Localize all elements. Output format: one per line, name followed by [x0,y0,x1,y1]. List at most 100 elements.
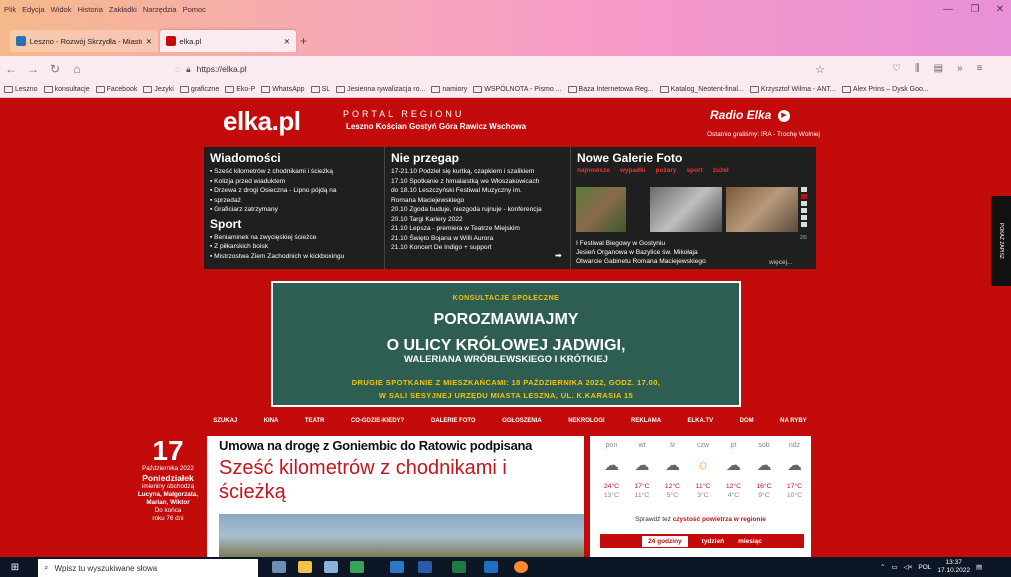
outlook-icon[interactable] [484,561,498,573]
list-item[interactable]: ▪ Mistrzostwa Ziem Zachodnich w kickboxi… [210,252,376,262]
new-tab-icon[interactable]: + [300,34,307,48]
section-link[interactable]: GALERIE FOTO [431,418,476,432]
hamburger-menu-icon[interactable]: ≡ [977,63,983,74]
gallery-item[interactable]: I Festiwal Biegowy w Gostyniu [576,239,806,248]
gallery-pager[interactable] [801,187,807,232]
menu-item[interactable]: Historia [77,5,102,14]
windows-start-icon[interactable]: ⊞ [0,562,30,573]
gallery-tab[interactable]: pożary [656,167,677,174]
overflow-icon[interactable]: » [957,63,963,74]
menu-item[interactable]: Pomoc [183,5,206,14]
bookmark-item[interactable]: konsultacje [43,86,90,93]
gallery-tab[interactable]: wypadki [620,167,646,174]
menu-item[interactable]: Plik [4,5,16,14]
gallery-tab[interactable]: żużel [713,167,729,174]
menu-item[interactable]: Narzędzia [143,5,177,14]
bookmark-item[interactable]: graficzne [179,86,219,93]
tray-chevron-icon[interactable]: ⌃ [880,563,885,571]
weather-tab[interactable]: miesiąc [738,538,762,545]
notifications-icon[interactable]: ▤ [976,563,982,571]
sidebar-icon[interactable]: ▤ [934,63,943,74]
network-icon[interactable]: ▭ [891,563,897,571]
section-link[interactable]: CO-GDZIE-KIEDY? [351,418,404,432]
bookmark-item[interactable]: Jesienna rywalizacja ro... [336,86,425,93]
air-quality-link[interactable]: Sprawdź też czystość powietrza w regioni… [590,516,811,523]
airq-link-text[interactable]: czystość powietrza w regionie [673,516,766,523]
library-icon[interactable]: ⫼ [915,63,920,74]
clock[interactable]: 13:37 17.10.2022 [937,559,970,575]
list-item[interactable]: ▪ Graficiarz zatrzymany [210,205,376,215]
file-explorer-icon[interactable] [298,561,312,573]
section-link[interactable]: ELKA.TV [688,418,714,432]
section-link[interactable]: NA RYBY [780,418,807,432]
bookmark-item[interactable]: Baza Internetowa Reg... [567,86,654,93]
list-item[interactable]: ▪ sprzedaż [210,196,376,206]
list-item[interactable]: 21.10 Święto Bojana w Willi Aurora [391,234,566,244]
taskbar-search[interactable]: ⌕ Wpisz tu wyszukiwane słowa [38,559,258,577]
site-logo[interactable]: elka.pl [223,106,301,137]
word-icon[interactable] [418,561,432,573]
list-item[interactable]: 17-21.10 Podziel się kurtką, czapkiem i … [391,167,566,177]
list-item[interactable]: 20.10 Targi Kariery 2022 [391,215,566,225]
article-headline[interactable]: Sześć kilometrów z chodnikami i ścieżką [219,456,579,504]
bookmark-item[interactable]: Facebook [95,86,137,93]
maximize-icon[interactable]: ❐ [962,2,988,18]
list-item[interactable]: ▪ Drzewa z drogi Osieczna - Lipno pójdą … [210,186,376,196]
more-link[interactable]: więcej... [769,259,792,266]
bookmark-star-icon[interactable]: ☆ [815,63,825,76]
main-article[interactable]: Umowa na drogę z Goniembic do Ratowic po… [207,436,584,557]
section-link[interactable]: KINA [264,418,279,432]
side-tab[interactable]: POKAŻ ZAPISZ [991,196,1011,286]
firefox-icon[interactable] [514,561,528,573]
gallery-photo[interactable] [650,187,722,232]
excel-icon[interactable] [452,561,466,573]
tab-close-icon[interactable]: ✕ [284,37,290,46]
task-view-icon[interactable] [272,561,286,573]
close-window-icon[interactable]: ✕ [987,2,1011,18]
menu-item[interactable]: Zakładki [109,5,137,14]
article-kicker[interactable]: Umowa na drogę z Goniembic do Ratowic po… [219,438,532,453]
section-link[interactable]: OGŁOSZENIA [502,418,542,432]
consultation-banner[interactable]: KONSULTACJE SPOŁECZNE POROZMAWIAJMY O UL… [271,281,741,407]
gallery-photo[interactable] [726,187,798,232]
weather-tab[interactable]: 24 godziny [642,535,688,547]
tab-leszno[interactable]: Leszno - Rozwój Skrzydła - Miasto ✕ [10,30,158,52]
gallery-photo[interactable] [576,187,626,232]
app-icon[interactable] [350,561,364,573]
minimize-icon[interactable]: — [935,2,961,18]
bookmark-item[interactable]: WhatsApp [261,86,305,93]
gallery-tab[interactable]: najnowsze [577,167,610,174]
home-icon[interactable]: ⌂ [66,62,88,76]
play-icon[interactable]: ▶ [778,110,790,122]
gallery-tab[interactable]: sport [686,167,702,174]
menu-item[interactable]: Widok [51,5,72,14]
list-item[interactable]: ▪ Z piłkarskich boisk [210,242,376,252]
bookmark-item[interactable]: Krzysztof Wilma - ANT... [749,86,836,93]
list-item[interactable]: ▪ Beniaminek na zwycięskiej ścieżce [210,233,376,243]
list-item[interactable]: ▪ Sześć kilometrów z chodnikami i ścieżk… [210,167,376,177]
list-item[interactable]: do 18.10 Leszczyński Festiwal Muzyczny i… [391,186,566,196]
bookmark-item[interactable]: Jezyki [143,86,174,93]
bookmark-item[interactable]: namiory [431,86,467,93]
bookmark-item[interactable]: Eko-P [225,86,255,93]
next-arrow-icon[interactable]: ➡ [555,251,562,260]
list-item[interactable]: 17.10 Spotkanie z himalaistką we Włoszak… [391,177,566,187]
tab-close-icon[interactable]: ✕ [146,37,152,46]
bookmark-item[interactable]: Katalog_Neotent-final... [659,86,744,93]
section-link[interactable]: REKLAMA [631,418,661,432]
back-arrow-icon[interactable]: ← [0,62,22,76]
pocket-icon[interactable]: ♡ [892,63,901,74]
menu-item[interactable]: Edycja [22,5,45,14]
gallery-item[interactable]: Jesień Organowa w Bazylice św. Mikołaja [576,248,806,257]
section-link[interactable]: TEATR [305,418,325,432]
volume-icon[interactable]: ◁× [904,563,913,571]
bookmark-item[interactable]: Leszno [4,86,38,93]
section-link[interactable]: SZUKAJ [213,418,237,432]
weather-tab[interactable]: tydzień [702,538,724,545]
list-item[interactable]: 21.10 Lepsza - premiera w Teatrze Miejsk… [391,224,566,234]
tab-elka[interactable]: elka.pl ✕ [160,30,296,52]
article-image[interactable] [219,514,584,557]
language-indicator[interactable]: POL [918,564,931,571]
reload-icon[interactable]: ↻ [44,62,66,76]
section-link[interactable]: NEKROLOGI [568,418,604,432]
